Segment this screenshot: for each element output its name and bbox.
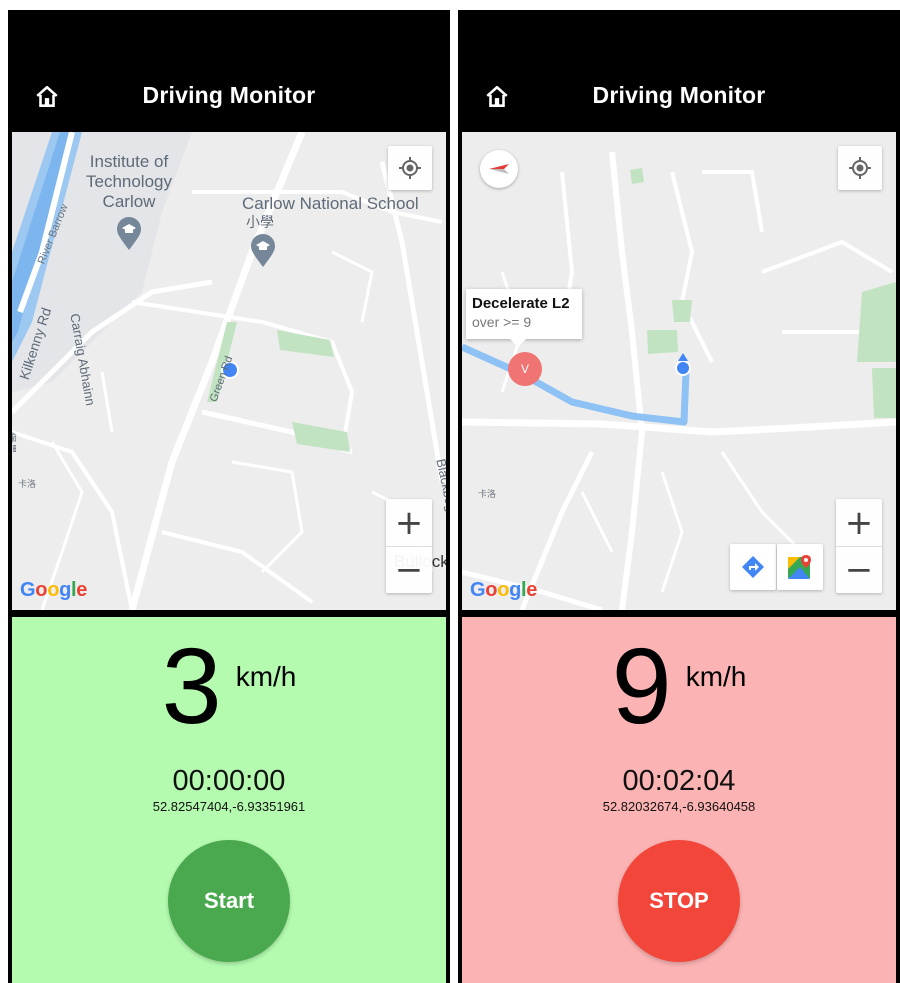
map-label-institute: Institute of Technology Carlow — [85, 152, 172, 211]
google-logo: Google — [20, 579, 88, 601]
start-button[interactable]: Start — [168, 840, 290, 962]
map-label-school-sub: 小學 — [246, 214, 274, 230]
zoom-out-button[interactable]: − — [836, 546, 882, 593]
crosshair-icon — [849, 157, 871, 179]
gps-coordinates: 52.82032674,-6.93640458 — [602, 799, 756, 814]
speed-value: 9 — [611, 625, 672, 746]
open-maps-button[interactable] — [777, 544, 823, 590]
elapsed-timer: 00:00:00 — [172, 765, 286, 797]
speed-display: 9 km/h — [462, 631, 896, 741]
app-bar: Driving Monitor — [8, 60, 450, 130]
map-view[interactable]: Decelerate L2 over >= 9 V 卡洛 + − Google — [462, 132, 896, 610]
map-label-school: Carlow National School — [242, 194, 419, 213]
my-location-button[interactable] — [838, 146, 882, 190]
directions-button[interactable] — [730, 544, 776, 590]
warning-marker[interactable]: V — [508, 352, 542, 386]
zoom-in-button[interactable]: + — [836, 499, 882, 547]
speed-value: 3 — [161, 625, 222, 746]
app-title: Driving Monitor — [592, 82, 766, 108]
app-bar: Driving Monitor — [458, 60, 900, 130]
info-title: Decelerate L2 — [472, 295, 570, 312]
my-location-button[interactable] — [388, 146, 432, 190]
speed-panel: 3 km/h 00:00:00 52.82547404,-6.93351961 S… — [12, 617, 446, 983]
zoom-controls: + − — [836, 499, 882, 593]
school-icon — [251, 234, 275, 267]
directions-icon — [742, 556, 764, 578]
info-snippet: over >= 9 — [472, 314, 532, 330]
zoom-out-button[interactable]: − — [386, 546, 432, 593]
google-maps-icon — [788, 555, 811, 579]
speed-panel: 9 km/h 00:02:04 52.82032674,-6.93640458 S… — [462, 617, 896, 983]
stop-button[interactable]: STOP — [618, 840, 740, 962]
speed-unit: km/h — [685, 661, 747, 692]
map-label-cjk2: 卡洛 — [18, 479, 37, 489]
map-view[interactable]: Institute of Technology Carlow Carlow Na… — [12, 132, 446, 610]
left-screen: Driving Monitor Institute of Technology … — [8, 10, 450, 983]
google-logo: Google — [470, 579, 538, 601]
gps-coordinates: 52.82547404,-6.93351961 — [152, 799, 306, 814]
compass-icon — [489, 164, 509, 174]
school-icon — [117, 217, 141, 250]
app-title: Driving Monitor — [142, 82, 316, 108]
compass-button[interactable] — [480, 150, 518, 188]
crosshair-icon — [399, 157, 421, 179]
map-label-cjk: 卡洛 — [478, 489, 497, 499]
zoom-controls: + − — [386, 499, 432, 593]
elapsed-timer: 00:02:04 — [622, 765, 736, 797]
right-screen: Driving Monitor Decelerate L2 over >= 9 … — [458, 10, 900, 983]
speed-display: 3 km/h — [12, 631, 446, 741]
marker-info-window: Decelerate L2 over >= 9 — [466, 289, 582, 347]
map-label-cjk: 堡壘 — [12, 432, 16, 454]
speed-unit: km/h — [235, 661, 297, 692]
zoom-in-button[interactable]: + — [386, 499, 432, 547]
